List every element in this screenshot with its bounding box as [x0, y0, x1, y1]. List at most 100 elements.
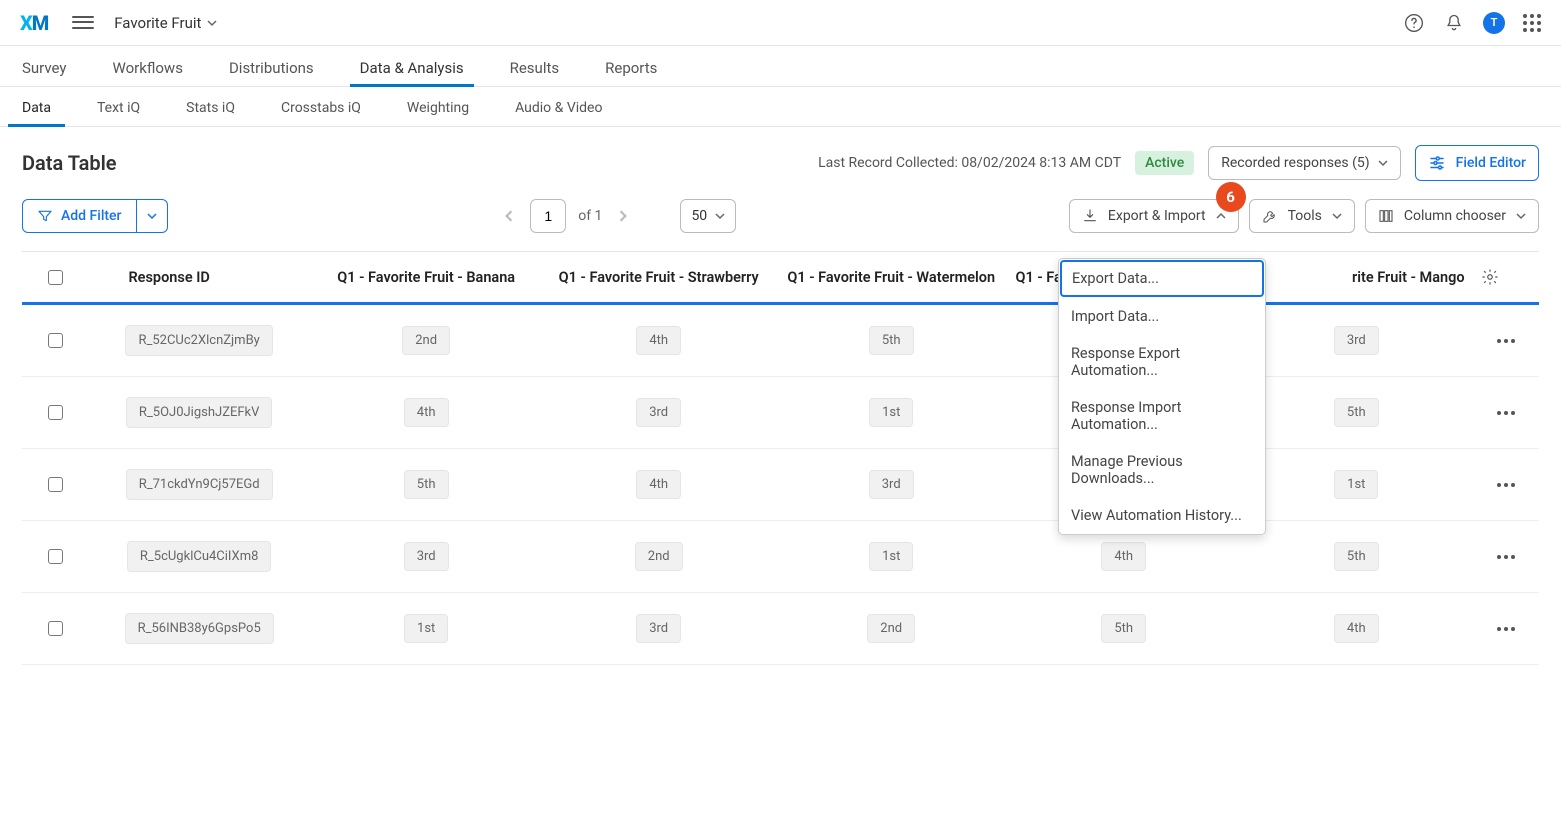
subtab-crosstabs-iq[interactable]: Crosstabs iQ — [281, 90, 361, 126]
project-name-label: Favorite Fruit — [114, 14, 201, 32]
table-row[interactable]: R_56INB38y6GpsPo51st3rd2nd5th4th — [22, 593, 1539, 665]
rank-chip: 1st — [869, 542, 913, 571]
filter-icon — [37, 208, 53, 224]
rank-chip: 2nd — [867, 614, 915, 643]
checkbox[interactable] — [48, 333, 63, 348]
menu-response-import-automation[interactable]: Response Import Automation... — [1059, 389, 1265, 443]
menu-icon[interactable] — [72, 12, 94, 34]
secondary-nav: Data Text iQ Stats iQ Crosstabs iQ Weigh… — [0, 86, 1561, 126]
table-row[interactable]: R_52CUc2XlcnZjmBy2nd4th5th3rd — [22, 304, 1539, 377]
subtab-audio-video[interactable]: Audio & Video — [515, 90, 602, 126]
chevron-down-icon — [147, 211, 157, 221]
logo[interactable]: XM — [20, 11, 48, 35]
toolbar: Add Filter of 1 50 6 Export & Import To — [0, 189, 1561, 251]
response-id-chip: R_5cUgklCu4CiIXm8 — [127, 541, 272, 572]
checkbox[interactable] — [48, 405, 63, 420]
tab-workflows[interactable]: Workflows — [113, 50, 183, 86]
col-q1-mango[interactable]: rite Fruit - Mango — [1240, 252, 1473, 304]
col-response-id[interactable]: Response ID — [88, 252, 309, 304]
tools-label: Tools — [1288, 208, 1322, 224]
tools-button[interactable]: Tools — [1249, 199, 1355, 233]
tab-results[interactable]: Results — [510, 50, 560, 86]
add-filter-button[interactable]: Add Filter — [22, 199, 137, 233]
export-import-button[interactable]: 6 Export & Import — [1069, 199, 1239, 233]
response-id-chip: R_71ckdYn9Cj57EGd — [126, 469, 273, 500]
column-chooser-label: Column chooser — [1404, 208, 1506, 224]
field-editor-button[interactable]: Field Editor — [1415, 145, 1539, 181]
status-badge: Active — [1135, 151, 1194, 175]
prev-page-button[interactable] — [500, 207, 518, 225]
tab-survey[interactable]: Survey — [22, 50, 67, 86]
checkbox[interactable] — [48, 477, 63, 492]
row-actions-button[interactable] — [1481, 339, 1531, 343]
page-input[interactable] — [530, 199, 566, 233]
rank-chip: 3rd — [636, 614, 681, 643]
project-selector[interactable]: Favorite Fruit — [114, 14, 217, 32]
header-right: Last Record Collected: 08/02/2024 8:13 A… — [818, 145, 1539, 181]
chevron-down-icon — [207, 18, 217, 28]
response-id-chip: R_56INB38y6GpsPo5 — [125, 613, 274, 644]
col-q1-banana[interactable]: Q1 - Favorite Fruit - Banana — [310, 252, 543, 304]
subtab-data[interactable]: Data — [22, 90, 51, 126]
help-icon[interactable] — [1403, 12, 1425, 34]
row-actions-button[interactable] — [1481, 483, 1531, 487]
of-text: of 1 — [578, 208, 602, 224]
recorded-responses-label: Recorded responses (5) — [1221, 155, 1369, 171]
add-filter-label: Add Filter — [61, 208, 122, 224]
columns-icon — [1378, 208, 1394, 224]
rank-chip: 5th — [1334, 398, 1379, 427]
table-row[interactable]: R_5OJ0JigshJZEFkV 4th 3rd 1st 5th — [22, 377, 1539, 449]
menu-response-export-automation[interactable]: Response Export Automation... — [1059, 335, 1265, 389]
col-q1-strawberry[interactable]: Q1 - Favorite Fruit - Strawberry — [542, 252, 775, 304]
rank-chip: 4th — [636, 326, 681, 355]
export-import-dropdown: Export Data... Import Data... Response E… — [1058, 258, 1266, 535]
rank-chip: 4th — [1101, 542, 1146, 571]
add-filter-dropdown[interactable] — [137, 199, 168, 233]
avatar[interactable]: T — [1483, 12, 1505, 34]
table-row[interactable]: R_71ckdYn9Cj57EGd5th4th3rd2nd1st — [22, 449, 1539, 521]
rank-chip: 3rd — [636, 398, 681, 427]
topbar-right: T — [1403, 12, 1541, 34]
table-row[interactable]: R_5cUgklCu4CiIXm83rd2nd1st4th5th — [22, 521, 1539, 593]
col-q1-watermelon[interactable]: Q1 - Favorite Fruit - Watermelon — [775, 252, 1008, 304]
menu-import-data[interactable]: Import Data... — [1059, 298, 1265, 335]
page-size-dropdown[interactable]: 50 — [680, 199, 736, 233]
checkbox[interactable] — [48, 270, 63, 285]
notifications-icon[interactable] — [1443, 12, 1465, 34]
rank-chip: 5th — [1101, 614, 1146, 643]
chevron-down-icon — [1516, 211, 1526, 221]
menu-manage-previous-downloads[interactable]: Manage Previous Downloads... — [1059, 443, 1265, 497]
data-table: Response ID Q1 - Favorite Fruit - Banana… — [22, 251, 1539, 665]
column-chooser-button[interactable]: Column chooser — [1365, 199, 1539, 233]
subtab-weighting[interactable]: Weighting — [407, 90, 469, 126]
select-all-header[interactable] — [22, 252, 88, 304]
sliders-icon — [1428, 154, 1446, 172]
page-size-label: 50 — [691, 208, 707, 224]
rank-chip: 4th — [404, 398, 449, 427]
tab-data-analysis[interactable]: Data & Analysis — [360, 50, 464, 86]
recorded-responses-dropdown[interactable]: Recorded responses (5) — [1208, 146, 1400, 180]
avatar-initial: T — [1491, 16, 1498, 29]
rank-chip: 3rd — [869, 470, 914, 499]
tab-distributions[interactable]: Distributions — [229, 50, 314, 86]
table-settings-button[interactable] — [1473, 252, 1539, 304]
tab-reports[interactable]: Reports — [605, 50, 657, 86]
content-header: Data Table Last Record Collected: 08/02/… — [0, 126, 1561, 189]
response-id-chip: R_5OJ0JigshJZEFkV — [126, 397, 273, 428]
subtab-stats-iq[interactable]: Stats iQ — [186, 90, 235, 126]
data-table-wrap: Response ID Q1 - Favorite Fruit - Banana… — [0, 251, 1561, 665]
export-import-label: Export & Import — [1108, 208, 1206, 224]
rank-chip: 1st — [869, 398, 913, 427]
subtab-text-iq[interactable]: Text iQ — [97, 90, 140, 126]
menu-export-data[interactable]: Export Data... — [1060, 260, 1264, 297]
primary-nav: Survey Workflows Distributions Data & An… — [0, 46, 1561, 86]
checkbox[interactable] — [48, 549, 63, 564]
apps-icon[interactable] — [1523, 14, 1541, 32]
next-page-button[interactable] — [614, 207, 632, 225]
row-actions-button[interactable] — [1481, 411, 1531, 415]
rank-chip: 3rd — [1334, 326, 1379, 355]
menu-view-automation-history[interactable]: View Automation History... — [1059, 497, 1265, 534]
checkbox[interactable] — [48, 621, 63, 636]
row-actions-button[interactable] — [1481, 627, 1531, 631]
row-actions-button[interactable] — [1481, 555, 1531, 559]
